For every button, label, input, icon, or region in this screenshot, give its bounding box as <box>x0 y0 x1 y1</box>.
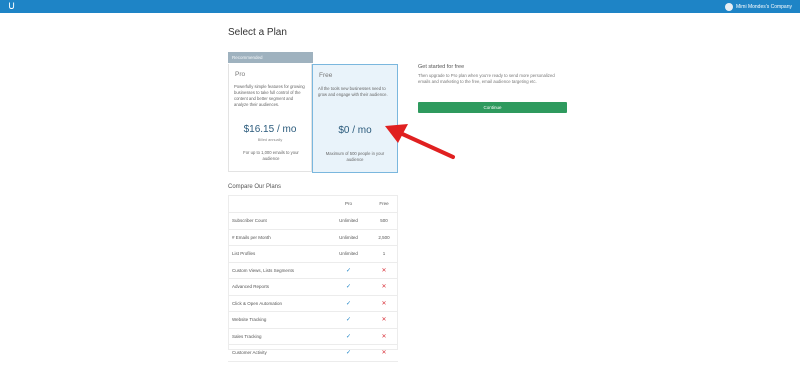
table-row: Customer Activity ✓ ✕ <box>228 344 398 362</box>
recommended-badge: Recommended <box>228 52 313 63</box>
table-row: # Emails per Month Unlimited 2,500 <box>228 229 398 246</box>
get-started-title: Get started for free <box>418 64 465 70</box>
plan-description: Powerfully simple features for growing b… <box>234 84 305 107</box>
free-value: 2,500 <box>370 229 398 246</box>
feature-name: Subscriber Count <box>228 212 327 230</box>
compare-table-body: Subscriber Count Unlimited 500 # Emails per… <box>228 212 398 362</box>
table-row: Sales Tracking ✓ ✕ <box>228 328 398 345</box>
feature-name: List Profiles <box>228 245 327 263</box>
cross-icon: ✕ <box>381 317 387 324</box>
table-row: Advanced Reports ✓ ✕ <box>228 278 398 296</box>
free-value: 1 <box>370 245 398 263</box>
plan-price: $0 / mo <box>338 125 372 136</box>
free-value: ✕ <box>370 344 398 362</box>
continue-button[interactable]: Continue <box>418 102 567 113</box>
plan-name: Pro <box>235 71 246 78</box>
column-header-pro: Pro <box>327 195 370 213</box>
check-icon: ✓ <box>345 333 352 340</box>
table-header-row: Pro Free <box>228 195 398 213</box>
pro-value: ✓ <box>327 278 370 296</box>
feature-name: Customer Activity <box>228 344 327 362</box>
plan-card-free[interactable]: Free All the tools new businesses need t… <box>312 64 398 173</box>
free-value: ✕ <box>370 295 398 312</box>
free-value: ✕ <box>370 278 398 296</box>
plan-card-pro[interactable]: Pro Powerfully simple features for growi… <box>228 64 312 172</box>
page-title: Select a Plan <box>228 27 287 38</box>
plan-footer: Maximum of 500 people in your audience <box>325 151 385 162</box>
pro-value: Unlimited <box>327 245 370 263</box>
compare-table: Pro Free Subscriber Count Unlimited 500 # E… <box>228 195 398 362</box>
account-name: Mimi Mondes's Company <box>736 3 792 10</box>
cross-icon: ✕ <box>381 350 387 357</box>
check-icon: ✓ <box>345 300 352 307</box>
plan-description: All the tools new businesses need to gro… <box>318 86 388 97</box>
plan-footer: For up to 1,000 emails to your audience <box>243 150 299 161</box>
table-row: Custom Views, Lists Segments ✓ ✕ <box>228 262 398 279</box>
feature-name: Advanced Reports <box>228 278 327 296</box>
compare-title: Compare Our Plans <box>228 184 282 190</box>
plan-name: Free <box>319 72 333 79</box>
pro-value: Unlimited <box>327 212 370 230</box>
table-row: Subscriber Count Unlimited 500 <box>228 212 398 230</box>
free-value: 500 <box>370 212 398 230</box>
column-header-free: Free <box>370 195 398 213</box>
cross-icon: ✕ <box>381 267 387 274</box>
cross-icon: ✕ <box>381 284 387 291</box>
account-menu[interactable]: Mimi Mondes's Company <box>725 1 792 12</box>
cross-icon: ✕ <box>381 300 387 307</box>
feature-name: Custom Views, Lists Segments <box>228 262 327 279</box>
pro-value: ✓ <box>327 262 370 279</box>
column-header <box>228 195 327 213</box>
feature-name: Sales Tracking <box>228 328 327 345</box>
free-value: ✕ <box>370 328 398 345</box>
feature-name: Click & Open Automation <box>228 295 327 312</box>
pro-value: ✓ <box>327 344 370 362</box>
table-row: Website Tracking ✓ ✕ <box>228 311 398 329</box>
get-started-panel: Get started for free Then upgrade to Pro… <box>418 64 568 120</box>
check-icon: ✓ <box>345 284 352 291</box>
table-row: List Profiles Unlimited 1 <box>228 245 398 263</box>
check-icon: ✓ <box>345 317 352 324</box>
plan-billing-note: Billed annually <box>257 138 283 142</box>
pro-value: ✓ <box>327 328 370 345</box>
cross-icon: ✕ <box>381 333 387 340</box>
feature-name: Website Tracking <box>228 311 327 329</box>
pro-value: ✓ <box>327 295 370 312</box>
annotation-arrow <box>385 124 455 159</box>
table-row: Click & Open Automation ✓ ✕ <box>228 295 398 312</box>
plan-price: $16.15 / mo <box>243 124 297 135</box>
avatar <box>725 2 734 11</box>
free-value: ✕ <box>370 311 398 329</box>
check-icon: ✓ <box>345 350 352 357</box>
get-started-text: Then upgrade to Pro plan when you're rea… <box>418 73 555 84</box>
pro-value: ✓ <box>327 311 370 329</box>
check-icon: ✓ <box>345 267 352 274</box>
top-bar: ᑌ Mimi Mondes's Company <box>0 0 800 13</box>
app-logo-icon[interactable]: ᑌ <box>6 1 17 12</box>
free-value: ✕ <box>370 262 398 279</box>
pro-value: Unlimited <box>327 229 370 246</box>
feature-name: # Emails per Month <box>228 229 327 246</box>
